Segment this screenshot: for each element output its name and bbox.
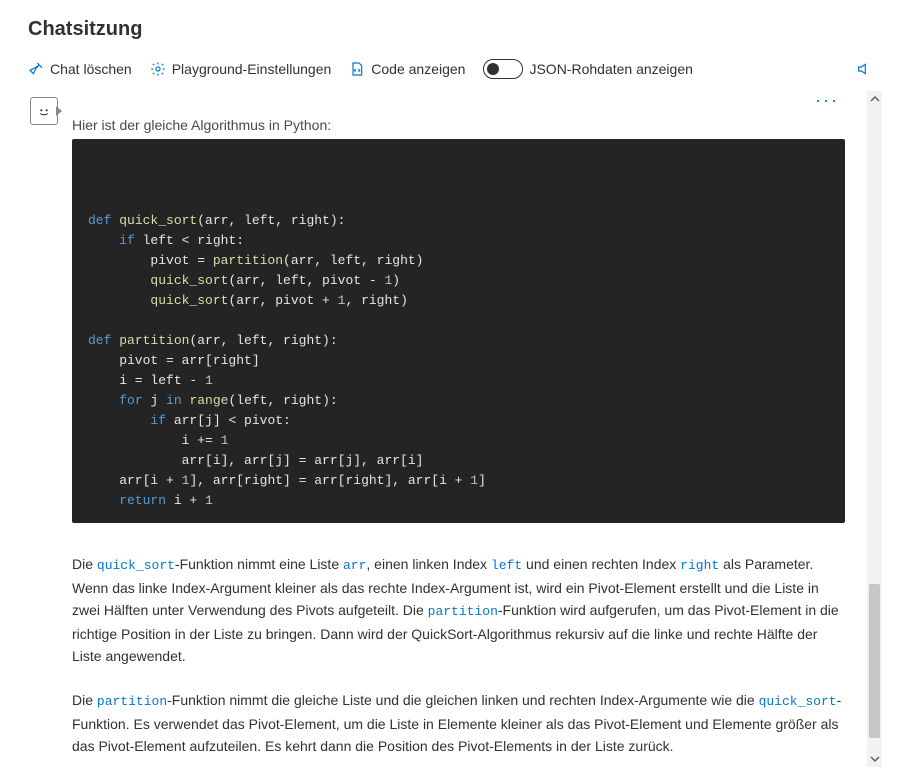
chevron-up-icon [870,94,880,104]
toolbar: Chat löschen Playground-Einstellungen Co… [0,59,900,91]
playground-settings-button[interactable]: Playground-Einstellungen [150,61,332,77]
bot-face-icon [36,103,52,119]
scroll-thumb[interactable] [869,584,880,739]
toggle-switch-icon [483,59,523,79]
speaker-icon[interactable] [856,61,872,77]
clear-chat-button[interactable]: Chat löschen [28,61,132,77]
scroll-up-button[interactable] [867,91,882,107]
scroll-down-button[interactable] [867,751,882,767]
assistant-avatar [30,97,58,125]
message-intro-text: Hier ist der gleiche Algorithmus in Pyth… [72,117,845,133]
copy-code-button[interactable] [813,149,833,169]
show-code-label: Code anzeigen [371,61,465,77]
show-raw-json-toggle[interactable]: JSON-Rohdaten anzeigen [483,59,692,79]
message-more-button[interactable]: ··· [815,91,845,109]
show-raw-json-label: JSON-Rohdaten anzeigen [529,61,692,77]
chat-scroll-region[interactable]: ··· Hier ist der gleiche Algorithmus in … [18,91,867,767]
page-title: Chatsitzung [0,18,900,59]
vertical-scrollbar[interactable] [867,91,882,767]
explanation-paragraph-1: Die quick_sort-Funktion nimmt eine Liste… [72,553,845,667]
clear-chat-label: Chat löschen [50,61,132,77]
playground-settings-label: Playground-Einstellungen [172,61,332,77]
scroll-track[interactable] [867,107,882,751]
broom-icon [28,61,44,77]
gear-icon [150,61,166,77]
code-block: def quick_sort(arr, left, right): if lef… [72,139,845,523]
chevron-down-icon [870,754,880,764]
explanation-paragraph-2: Die partition-Funktion nimmt die gleiche… [72,689,845,757]
show-code-button[interactable]: Code anzeigen [349,61,465,77]
code-file-icon [349,61,365,77]
